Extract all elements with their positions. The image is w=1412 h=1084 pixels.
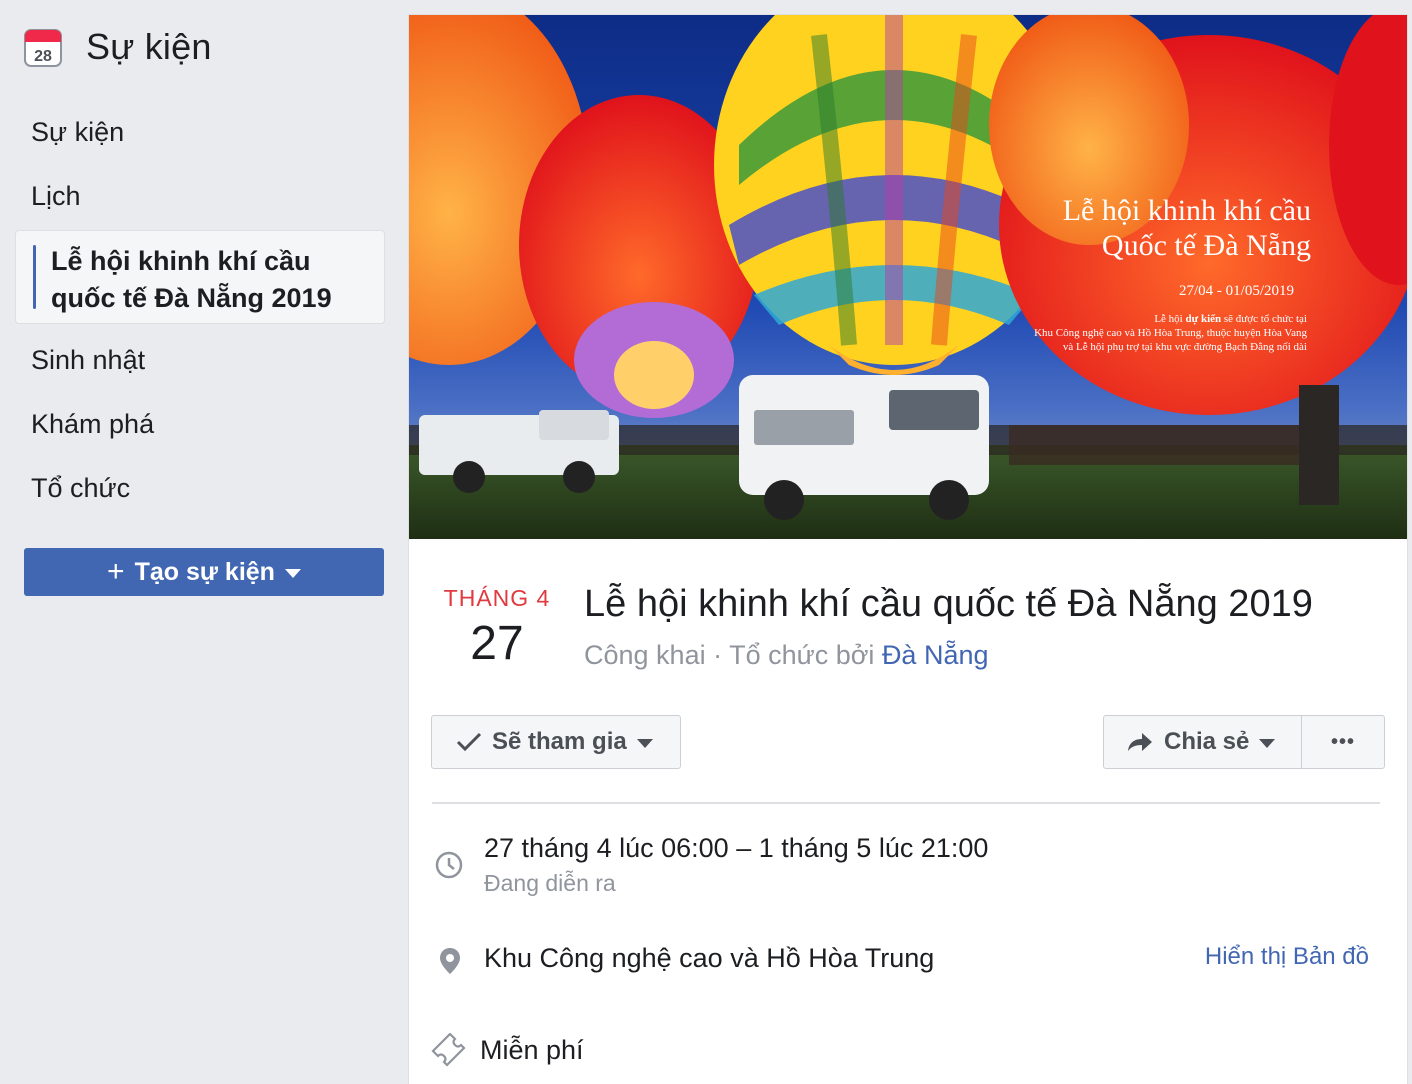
organized-by-label: Tổ chức bởi bbox=[729, 640, 882, 670]
chevron-down-icon bbox=[284, 569, 301, 578]
sidebar-header: 28 Sự kiện bbox=[24, 26, 212, 68]
more-options-button[interactable]: ••• bbox=[1301, 715, 1385, 769]
event-day: 27 bbox=[470, 617, 524, 670]
event-subtitle: Công khai · Tổ chức bởi Đà Nẵng bbox=[584, 640, 989, 671]
event-time: 27 tháng 4 lúc 06:00 – 1 tháng 5 lúc 21:… bbox=[484, 833, 989, 863]
event-date-badge: THÁNG 4 27 bbox=[409, 585, 585, 671]
separator: · bbox=[705, 640, 730, 670]
sidebar-item-discover[interactable]: Khám phá bbox=[31, 409, 154, 440]
share-icon bbox=[1128, 733, 1152, 751]
ticket-icon bbox=[431, 1033, 466, 1067]
sidebar-item-current-event-line1: Lễ hội khinh khí cầu bbox=[51, 246, 311, 276]
cover-note-line2: Khu Công nghệ cao và Hồ Hòa Trung, thuộc… bbox=[1034, 327, 1307, 339]
active-indicator bbox=[33, 245, 36, 309]
cover-dates: 27/04 - 01/05/2019 bbox=[1179, 283, 1294, 299]
chevron-down-icon bbox=[1259, 738, 1276, 748]
going-button[interactable]: Sẽ tham gia bbox=[431, 715, 681, 769]
sidebar-item-birthdays[interactable]: Sinh nhật bbox=[31, 345, 145, 376]
plus-icon: + bbox=[107, 555, 125, 588]
location-pin-icon bbox=[440, 948, 460, 974]
going-label: Sẽ tham gia bbox=[492, 728, 627, 755]
cover-title-line1: Lễ hội khinh khí cầu bbox=[1063, 194, 1311, 227]
sidebar-item-hosting[interactable]: Tổ chức bbox=[31, 473, 130, 504]
share-label: Chia sẻ bbox=[1164, 728, 1250, 755]
chevron-down-icon bbox=[636, 738, 653, 748]
event-privacy: Công khai bbox=[584, 640, 706, 670]
sidebar-item-current-event-label: Lễ hội khinh khí cầu quốc tế Đà Nẵng 201… bbox=[51, 243, 332, 317]
sidebar-title: Sự kiện bbox=[86, 26, 212, 67]
share-button[interactable]: Chia sẻ bbox=[1103, 715, 1303, 769]
events-sidebar: 28 Sự kiện Sự kiện Lịch Lễ hội khinh khí… bbox=[0, 0, 400, 1084]
more-icon: ••• bbox=[1330, 730, 1355, 753]
event-title: Lễ hội khinh khí cầu quốc tế Đà Nẵng 201… bbox=[584, 583, 1313, 625]
event-month: THÁNG 4 bbox=[443, 585, 551, 611]
calendar-icon: 28 bbox=[24, 27, 62, 67]
cover-title-line2: Quốc tế Đà Nẵng bbox=[1102, 229, 1311, 262]
sidebar-item-events[interactable]: Sự kiện bbox=[31, 117, 124, 148]
sidebar-item-current-event[interactable]: Lễ hội khinh khí cầu quốc tế Đà Nẵng 201… bbox=[15, 230, 385, 324]
check-icon bbox=[456, 732, 482, 752]
event-location: Khu Công nghệ cao và Hồ Hòa Trung bbox=[484, 943, 935, 973]
event-panel: Lễ hội khinh khí cầu Quốc tế Đà Nẵng 27/… bbox=[408, 14, 1408, 1084]
create-event-button[interactable]: + Tạo sự kiện bbox=[24, 548, 384, 596]
calendar-icon-day: 28 bbox=[34, 48, 52, 65]
event-host-link[interactable]: Đà Nẵng bbox=[882, 640, 989, 670]
clock-icon bbox=[435, 851, 463, 879]
sidebar-item-calendar[interactable]: Lịch bbox=[31, 181, 81, 212]
event-cover-photo: Lễ hội khinh khí cầu Quốc tế Đà Nẵng 27/… bbox=[409, 15, 1407, 539]
cover-note-line1: Lễ hội dự kiến sẽ được tổ chức tại bbox=[1154, 313, 1307, 325]
cover-note-line3: và Lễ hội phụ trợ tại khu vực đường Bạch… bbox=[1063, 341, 1307, 353]
sidebar-item-current-event-line2: quốc tế Đà Nẵng 2019 bbox=[51, 283, 332, 313]
event-price: Miễn phí bbox=[480, 1035, 584, 1065]
create-event-label: Tạo sự kiện bbox=[134, 557, 275, 586]
event-status: Đang diễn ra bbox=[484, 870, 616, 896]
divider bbox=[432, 802, 1380, 804]
show-map-link[interactable]: Hiển thị Bản đồ bbox=[1205, 943, 1369, 971]
